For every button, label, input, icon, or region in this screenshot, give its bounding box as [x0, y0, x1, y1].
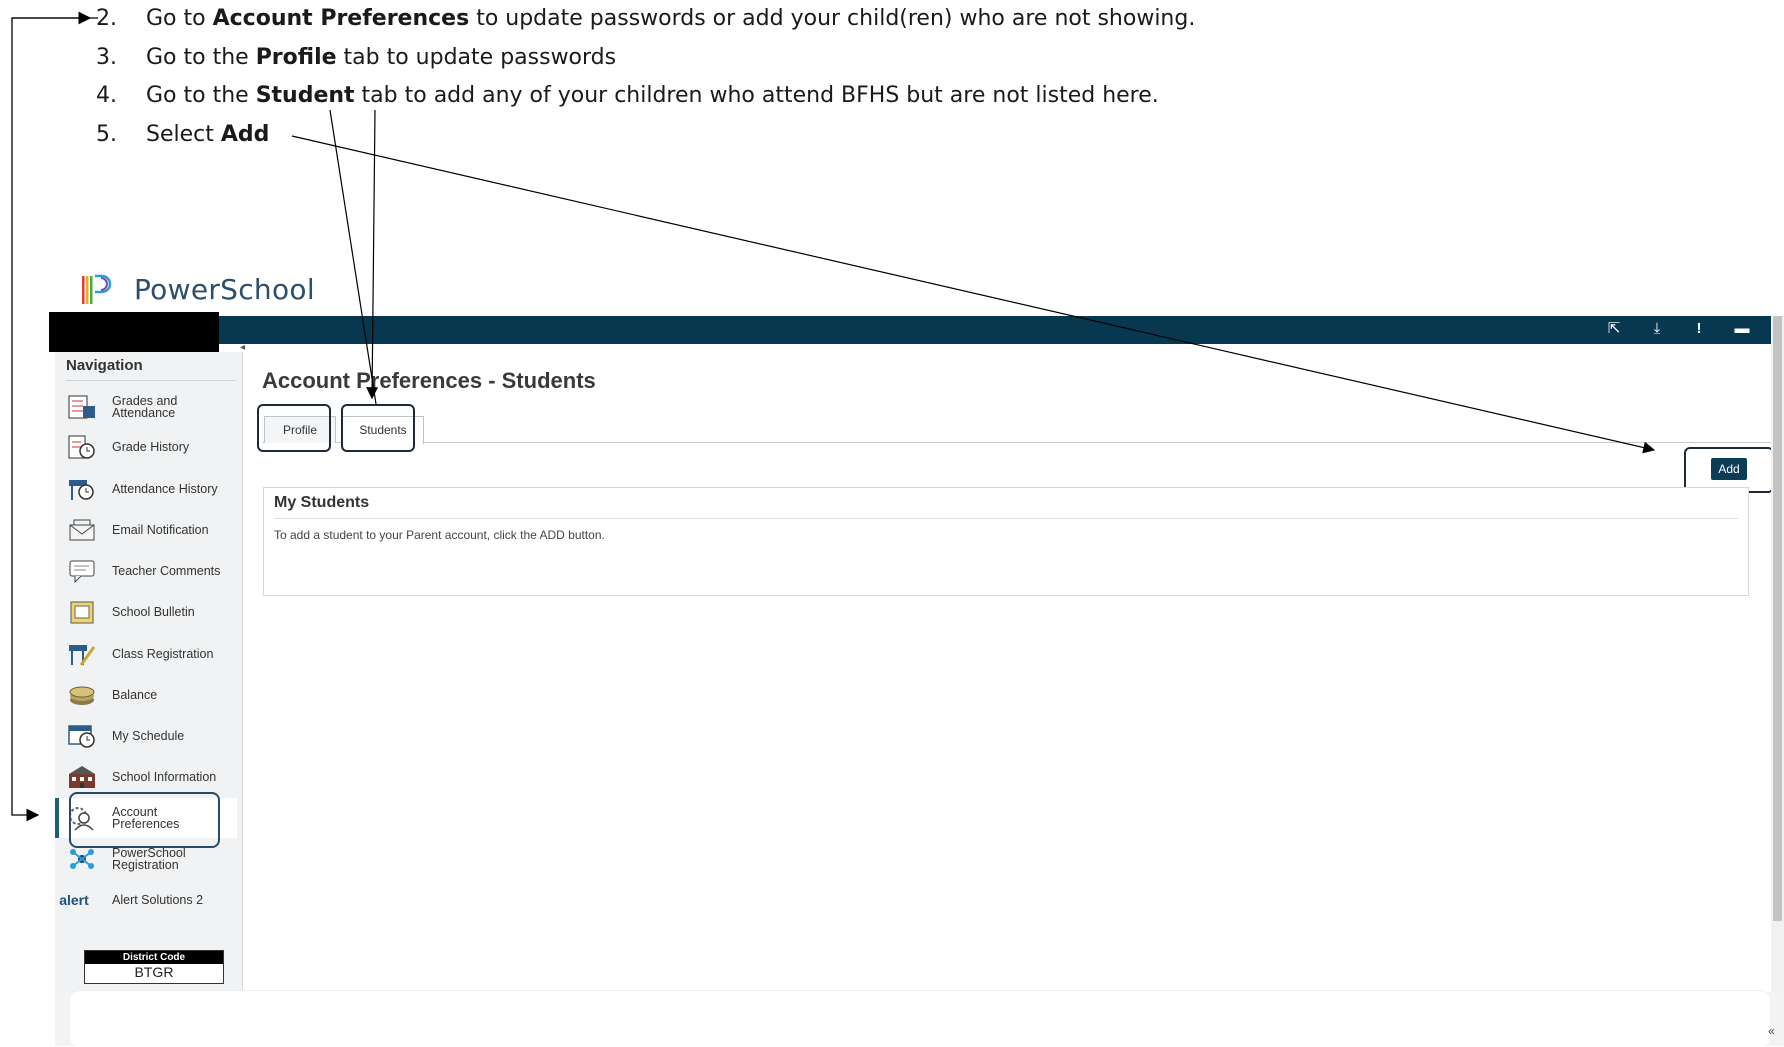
step-item: 5. Select Add [96, 121, 270, 147]
redacted-header-block [49, 312, 219, 352]
tab-baseline [262, 442, 1772, 443]
sidebar-item-grade-history[interactable]: Grade History [66, 430, 238, 464]
page-title: Account Preferences - Students [262, 368, 596, 393]
brand-name: PowerSchool [134, 272, 315, 306]
registration-icon [66, 845, 98, 873]
alert-logo-icon: alert [59, 892, 89, 908]
district-code-label: District Code [85, 951, 223, 964]
step-item: 3. Go to the Profile tab to update passwo… [96, 44, 617, 70]
nav-title: Navigation [66, 357, 143, 374]
panel-title: My Students [274, 494, 370, 511]
sidebar-item-attendance-history[interactable]: Attendance History [66, 472, 238, 506]
email-icon [66, 516, 98, 544]
powerschool-mark-icon [82, 274, 112, 304]
top-header-bar [49, 316, 1771, 344]
comments-icon [66, 557, 98, 585]
sidebar-item-my-schedule[interactable]: My Schedule [66, 719, 238, 753]
students-tab-callout [341, 404, 415, 452]
panel-divider [274, 518, 1738, 519]
nav-divider [66, 380, 236, 381]
print-icon[interactable]: ▬ [1731, 318, 1753, 340]
bulletin-icon [66, 598, 98, 626]
active-nav-indicator [55, 798, 59, 838]
instruction-steps: 2. Go to Account Preferences to update pa… [96, 4, 1195, 158]
sidebar-item-email-notification[interactable]: Email Notification [66, 513, 238, 547]
sidebar-item-balance[interactable]: Balance [66, 678, 238, 712]
sidebar-item-school-information[interactable]: School Information [66, 760, 238, 794]
collapse-corner-icon[interactable]: « [1768, 1024, 1775, 1038]
sidebar-item-school-bulletin[interactable]: School Bulletin [66, 595, 238, 629]
schedule-icon [66, 722, 98, 750]
profile-tab-callout [257, 404, 331, 452]
external-link-icon[interactable]: ⇱ [1603, 318, 1625, 340]
step-item: 4. Go to the Student tab to add any of yo… [96, 83, 1159, 108]
sidebar-item-teacher-comments[interactable]: Teacher Comments [66, 554, 238, 588]
grades-icon [66, 393, 98, 421]
powerschool-logo: PowerSchool [80, 272, 315, 306]
balance-icon [66, 681, 98, 709]
district-code-box: District Code BTGR [84, 950, 224, 984]
attendance-history-icon [66, 475, 98, 503]
sidebar-item-grades-and-attendance[interactable]: Grades and Attendance [66, 390, 238, 424]
collapse-sidebar-icon[interactable]: ◂ [240, 342, 252, 354]
panel-instructions: To add a student to your Parent account,… [274, 528, 605, 542]
account-preferences-callout [69, 792, 220, 848]
bottom-panel [70, 990, 1770, 1047]
download-icon[interactable]: ⤓ [1646, 318, 1668, 340]
sidebar-item-class-registration[interactable]: Class Registration [66, 637, 238, 671]
alert-icon[interactable]: ! [1688, 318, 1710, 340]
grade-history-icon [66, 433, 98, 461]
school-icon [66, 763, 98, 791]
step-item: 2. Go to Account Preferences to update pa… [96, 6, 1196, 31]
sidebar-item-alert-solutions[interactable]: alert Alert Solutions 2 [58, 883, 230, 917]
scrollbar-thumb[interactable] [1773, 316, 1782, 921]
district-code-value: BTGR [134, 964, 174, 980]
arrow-add-button [291, 135, 1656, 454]
class-registration-icon [66, 640, 98, 668]
